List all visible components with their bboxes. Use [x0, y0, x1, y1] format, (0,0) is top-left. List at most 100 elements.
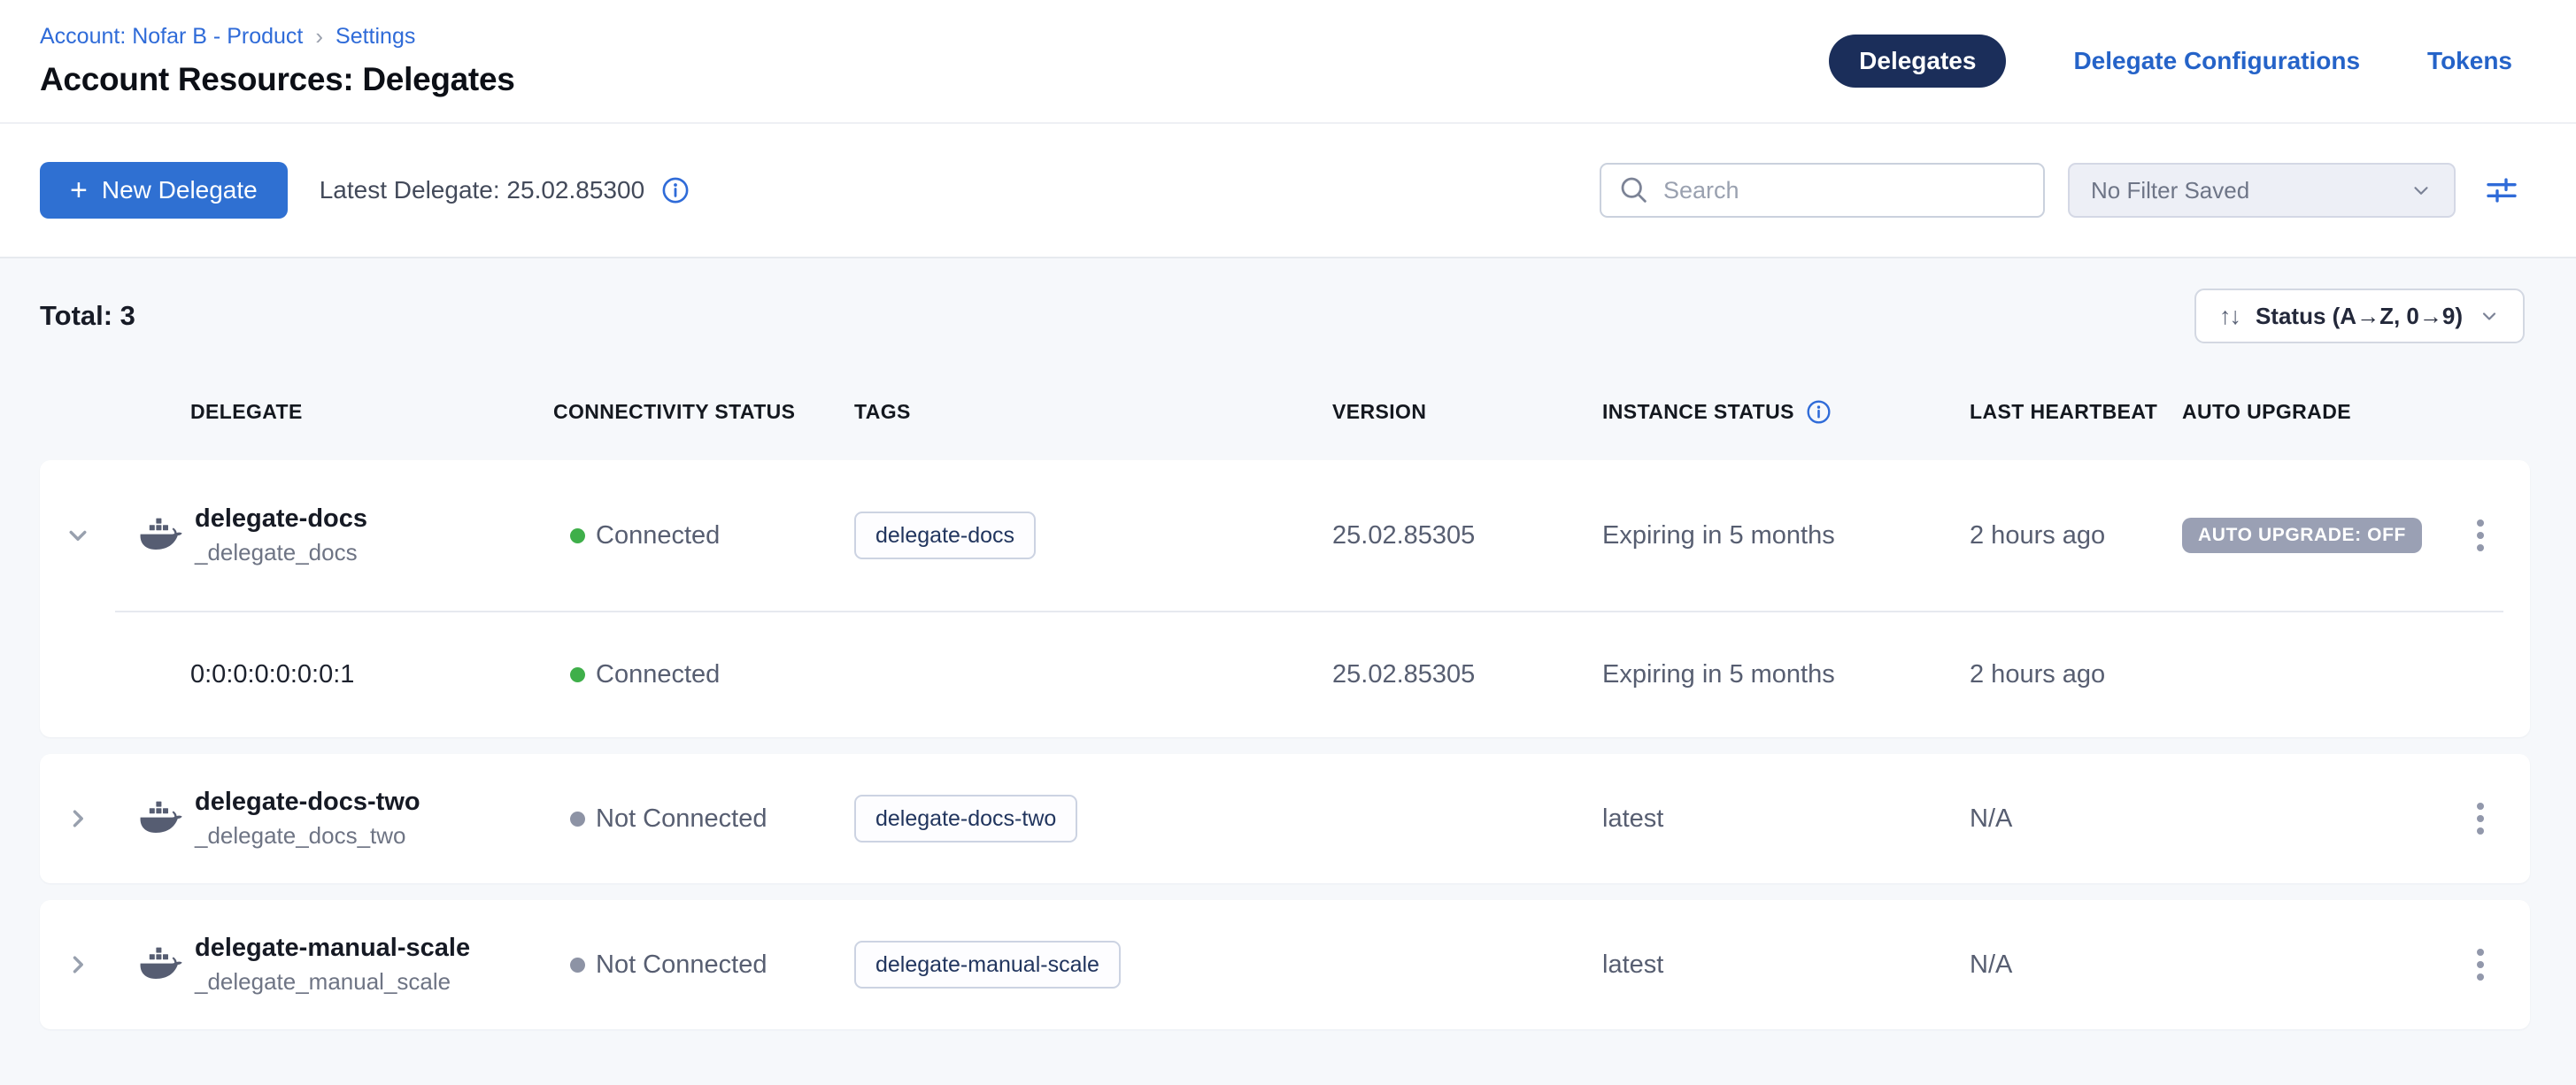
docker-icon — [140, 517, 182, 554]
tab-delegate-configurations[interactable]: Delegate Configurations — [2073, 47, 2360, 75]
instance-status-cell: Expiring in 5 months — [1602, 521, 1970, 550]
connectivity-status: Connected — [596, 660, 720, 689]
filter-sliders-button[interactable] — [2479, 167, 2525, 213]
connected-dot-icon — [570, 667, 585, 682]
collapse-row-button[interactable] — [40, 520, 115, 550]
expand-row-button[interactable] — [40, 950, 115, 980]
auto-upgrade-badge: AUTO UPGRADE: OFF — [2182, 518, 2422, 553]
docker-icon — [140, 800, 182, 837]
sort-value: Status (A→Z, 0→9) — [2256, 303, 2463, 330]
tag-chip: delegate-docs — [854, 512, 1036, 559]
last-heartbeat-cell: 2 hours ago — [1970, 660, 2182, 689]
instance-status-cell: latest — [1602, 804, 1970, 834]
instance-host: 0:0:0:0:0:0:0:1 — [115, 660, 549, 689]
breadcrumb-separator-icon: › — [315, 23, 323, 50]
chevron-down-icon — [2410, 179, 2433, 202]
chevron-down-icon — [2479, 305, 2500, 327]
tab-delegates[interactable]: Delegates — [1829, 35, 2006, 88]
total-count: Total: 3 — [40, 300, 135, 332]
connectivity-status: Connected — [596, 521, 720, 550]
delegate-name: delegate-manual-scale — [195, 932, 470, 964]
auto-upgrade-cell: AUTO UPGRADE: OFF — [2182, 518, 2430, 553]
instance-status-label: INSTANCE STATUS — [1602, 400, 1794, 424]
not-connected-dot-icon — [570, 958, 585, 973]
breadcrumb-account-link[interactable]: Account: Nofar B - Product — [40, 24, 303, 50]
connectivity-cell: Connected — [549, 660, 854, 689]
toolbar: + New Delegate Latest Delegate: 25.02.85… — [0, 124, 2576, 258]
connectivity-cell: Connected — [549, 521, 854, 550]
connectivity-cell: Not Connected — [549, 804, 854, 834]
expand-row-button[interactable] — [40, 804, 115, 834]
connectivity-status: Not Connected — [596, 950, 767, 980]
tags-cell: delegate-docs — [854, 512, 1332, 559]
list-summary-bar: Total: 3 ↑↓ Status (A→Z, 0→9) — [40, 285, 2525, 347]
menu-cell — [2430, 512, 2530, 558]
header-left: Account: Nofar B - Product › Settings Ac… — [40, 0, 515, 122]
delegate-card-delegate-docs: delegate-docs _delegate_docs Connected d… — [40, 460, 2530, 737]
delegate-name-block: delegate-docs-two _delegate_docs_two — [195, 786, 420, 851]
tags-cell: delegate-manual-scale — [854, 941, 1332, 989]
latest-delegate: Latest Delegate: 25.02.85300 — [320, 172, 694, 209]
new-delegate-button[interactable]: + New Delegate — [40, 162, 288, 219]
latest-delegate-info-icon[interactable] — [657, 172, 694, 209]
saved-filter-dropdown[interactable]: No Filter Saved — [2068, 163, 2456, 218]
last-heartbeat-cell: N/A — [1970, 950, 2182, 980]
delegate-cell: delegate-docs-two _delegate_docs_two — [115, 786, 549, 851]
row-menu-button[interactable] — [2470, 796, 2491, 842]
chevron-right-icon — [63, 804, 93, 834]
delegate-name: delegate-docs-two — [195, 786, 420, 818]
new-delegate-label: New Delegate — [102, 176, 258, 204]
delegate-cell: delegate-manual-scale _delegate_manual_s… — [115, 932, 549, 997]
table-row: delegate-manual-scale _delegate_manual_s… — [40, 900, 2530, 1029]
sort-arrows-icon: ↑↓ — [2219, 303, 2240, 330]
column-header-connectivity: CONNECTIVITY STATUS — [549, 400, 854, 424]
delegate-card-delegate-manual-scale: delegate-manual-scale _delegate_manual_s… — [40, 900, 2530, 1029]
instance-status-cell: latest — [1602, 950, 1970, 980]
tags-cell: delegate-docs-two — [854, 795, 1332, 843]
last-heartbeat-cell: N/A — [1970, 804, 2182, 834]
delegate-id: _delegate_docs — [195, 538, 367, 568]
saved-filter-value: No Filter Saved — [2091, 177, 2249, 204]
search-input[interactable] — [1663, 177, 2025, 204]
version-cell: 25.02.85305 — [1332, 521, 1602, 550]
toolbar-left: + New Delegate Latest Delegate: 25.02.85… — [40, 162, 694, 219]
instance-status-info-icon[interactable] — [1807, 400, 1831, 424]
delegates-page: Account: Nofar B - Product › Settings Ac… — [0, 0, 2576, 1085]
chevron-right-icon — [63, 950, 93, 980]
latest-delegate-text: Latest Delegate: 25.02.85300 — [320, 176, 644, 204]
plus-icon: + — [70, 175, 88, 205]
column-header-last-heartbeat: LAST HEARTBEAT — [1970, 400, 2182, 424]
not-connected-dot-icon — [570, 812, 585, 827]
table-header-row: DELEGATE CONNECTIVITY STATUS TAGS VERSIO… — [40, 381, 2530, 442]
tag-chip: delegate-manual-scale — [854, 941, 1121, 989]
delegate-id: _delegate_docs_two — [195, 821, 420, 851]
last-heartbeat-cell: 2 hours ago — [1970, 521, 2182, 550]
search-box — [1600, 163, 2045, 218]
column-header-tags: TAGS — [854, 400, 1332, 424]
breadcrumb-settings-link[interactable]: Settings — [335, 24, 415, 50]
instance-status-cell: Expiring in 5 months — [1602, 660, 1970, 689]
version-cell: 25.02.85305 — [1332, 660, 1602, 689]
delegate-id: _delegate_manual_scale — [195, 967, 470, 997]
tag-chip: delegate-docs-two — [854, 795, 1077, 843]
column-header-delegate: DELEGATE — [115, 400, 549, 424]
breadcrumb: Account: Nofar B - Product › Settings — [40, 23, 515, 50]
menu-cell — [2430, 942, 2530, 988]
column-header-version: VERSION — [1332, 400, 1602, 424]
connectivity-cell: Not Connected — [549, 950, 854, 980]
delegate-card-delegate-docs-two: delegate-docs-two _delegate_docs_two Not… — [40, 754, 2530, 883]
connectivity-status: Not Connected — [596, 804, 767, 834]
search-icon — [1619, 175, 1649, 205]
sort-dropdown[interactable]: ↑↓ Status (A→Z, 0→9) — [2194, 289, 2525, 343]
delegate-name: delegate-docs — [195, 503, 367, 535]
header-tabs: Delegates Delegate Configurations Tokens — [1829, 0, 2512, 122]
chevron-down-icon — [63, 520, 93, 550]
tab-tokens[interactable]: Tokens — [2427, 47, 2512, 75]
delegate-name-block: delegate-manual-scale _delegate_manual_s… — [195, 932, 470, 997]
row-menu-button[interactable] — [2470, 512, 2491, 558]
row-menu-button[interactable] — [2470, 942, 2491, 988]
menu-cell — [2430, 796, 2530, 842]
delegate-cell: delegate-docs _delegate_docs — [115, 503, 549, 568]
delegate-name-block: delegate-docs _delegate_docs — [195, 503, 367, 568]
docker-icon — [140, 946, 182, 983]
